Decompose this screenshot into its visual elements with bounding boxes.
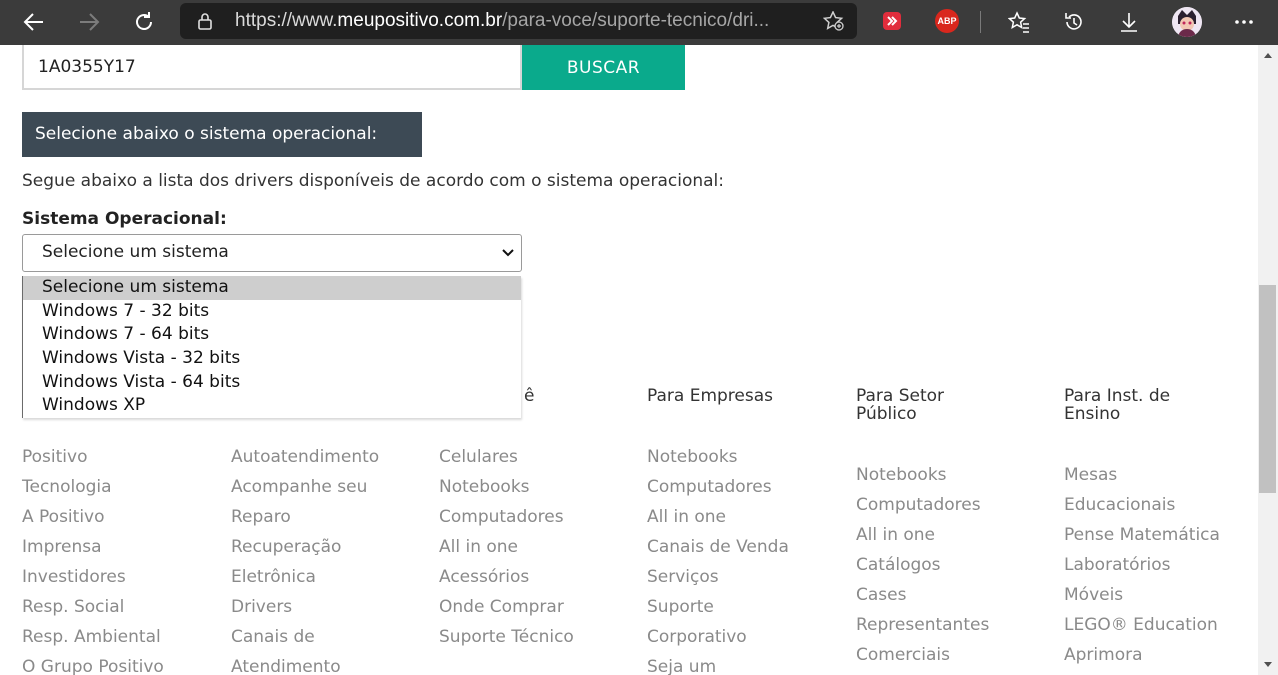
url-text: https://www.meupositivo.com.br/para-voce…: [235, 10, 770, 31]
footer-link[interactable]: Resp. Ambiental: [22, 622, 164, 652]
more-options-icon[interactable]: [1228, 6, 1260, 38]
footer-link[interactable]: Educacionais: [1064, 490, 1220, 520]
footer-col-inst-ensino: Para Inst. de Ensino Mesas Educacionais Pe…: [1064, 386, 1254, 665]
os-banner: Selecione abaixo o sistema operacional:: [22, 112, 422, 157]
footer-link[interactable]: Catálogos: [856, 550, 989, 580]
os-select[interactable]: Selecione um sistema: [22, 234, 522, 272]
favorites-icon[interactable]: [1003, 6, 1035, 38]
footer-link[interactable]: Suporte Técnico: [439, 622, 574, 652]
footer-link[interactable]: Representantes: [856, 610, 989, 640]
footer-link[interactable]: Laboratórios: [1064, 550, 1220, 580]
drivers-description: Segue abaixo a lista dos drivers disponí…: [22, 171, 725, 191]
os-option[interactable]: Windows Vista - 64 bits: [23, 371, 521, 395]
history-icon[interactable]: [1058, 6, 1090, 38]
footer-link[interactable]: LEGO® Education: [1064, 610, 1220, 640]
footer-link[interactable]: Eletrônica: [231, 562, 379, 592]
footer-link[interactable]: Computadores: [647, 472, 789, 502]
footer-link[interactable]: Acompanhe seu: [231, 472, 379, 502]
scrollbar-thumb[interactable]: [1259, 285, 1276, 493]
toolbar-separator: [980, 11, 981, 33]
buscar-button[interactable]: BUSCAR: [522, 45, 685, 90]
footer-link[interactable]: Canais de: [231, 622, 379, 652]
footer-link[interactable]: All in one: [647, 502, 789, 532]
footer-link[interactable]: Mesas: [1064, 460, 1220, 490]
forward-icon[interactable]: [73, 6, 105, 38]
profile-avatar[interactable]: [1172, 7, 1202, 37]
footer-link[interactable]: Reparo: [231, 502, 379, 532]
footer-link[interactable]: All in one: [439, 532, 574, 562]
page-scrollbar[interactable]: [1258, 45, 1278, 675]
extension-red-icon[interactable]: [881, 10, 903, 32]
footer-col4-heading: Para Empresas: [647, 386, 774, 406]
footer-link[interactable]: Acessórios: [439, 562, 574, 592]
footer-link[interactable]: Aprimora: [1064, 640, 1220, 670]
footer-col5-heading: Para Setor Público: [856, 386, 945, 424]
footer-link[interactable]: Positivo: [22, 442, 164, 472]
footer-link[interactable]: Comerciais: [856, 640, 989, 670]
scroll-up-icon[interactable]: [1264, 53, 1272, 58]
footer-link[interactable]: Suporte: [647, 592, 789, 622]
os-option[interactable]: Windows 7 - 64 bits: [23, 323, 521, 347]
lock-icon: [197, 12, 213, 34]
os-option[interactable]: Windows 7 - 32 bits: [23, 300, 521, 324]
footer-link[interactable]: Móveis: [1064, 580, 1220, 610]
footer-link[interactable]: Onde Comprar: [439, 592, 574, 622]
scroll-down-icon[interactable]: [1264, 662, 1272, 667]
back-icon[interactable]: [18, 6, 50, 38]
footer-link[interactable]: Computadores: [856, 490, 989, 520]
footer-link[interactable]: Pense Matemática: [1064, 520, 1220, 550]
footer-link[interactable]: A Positivo: [22, 502, 164, 532]
chevron-down-icon: [501, 245, 515, 265]
page-content: BUSCAR Selecione abaixo o sistema operac…: [0, 45, 1258, 675]
os-option[interactable]: Windows Vista - 32 bits: [23, 347, 521, 371]
refresh-icon[interactable]: [128, 6, 160, 38]
footer-link[interactable]: Canais de Venda: [647, 532, 789, 562]
os-option[interactable]: Selecione um sistema: [23, 276, 521, 300]
footer-link[interactable]: Tecnologia: [22, 472, 164, 502]
serial-search-input[interactable]: [22, 45, 522, 90]
footer-link[interactable]: Computadores: [439, 502, 574, 532]
footer-link[interactable]: Autoatendimento: [231, 442, 379, 472]
footer-link[interactable]: Recuperação: [231, 532, 379, 562]
footer-col6-heading: Para Inst. de Ensino: [1064, 386, 1171, 424]
footer-link[interactable]: Drivers: [231, 592, 379, 622]
browser-toolbar: https://www.meupositivo.com.br/para-voce…: [0, 0, 1278, 45]
footer-link[interactable]: Serviços: [647, 562, 789, 592]
add-favorite-icon[interactable]: [822, 10, 845, 35]
footer-link[interactable]: Celulares: [439, 442, 574, 472]
os-select-label: Sistema Operacional:: [22, 209, 227, 229]
footer-link[interactable]: Notebooks: [647, 442, 789, 472]
footer-col-setor-publico: Para Setor Público Notebooks Computadores…: [856, 386, 1056, 665]
downloads-icon[interactable]: [1113, 6, 1145, 38]
footer-col3-heading: ê: [524, 386, 535, 406]
os-select-dropdown: Selecione um sistema Windows 7 - 32 bits W…: [22, 276, 521, 419]
address-bar[interactable]: https://www.meupositivo.com.br/para-voce…: [180, 3, 857, 39]
footer-link[interactable]: Investidores: [22, 562, 164, 592]
os-select-value: Selecione um sistema: [42, 242, 229, 262]
footer-link[interactable]: Atendimento: [231, 652, 379, 675]
footer-link[interactable]: Resp. Social: [22, 592, 164, 622]
footer-link[interactable]: Cases: [856, 580, 989, 610]
footer-link[interactable]: Notebooks: [856, 460, 989, 490]
footer-col-para-empresas: Para Empresas Notebooks Computadores All i…: [647, 386, 789, 675]
footer-link[interactable]: Corporativo: [647, 622, 789, 652]
footer-link[interactable]: Imprensa: [22, 532, 164, 562]
adblock-plus-icon[interactable]: ABP: [935, 9, 959, 33]
footer-link[interactable]: O Grupo Positivo: [22, 652, 164, 675]
footer-link[interactable]: Seja um: [647, 652, 789, 675]
footer-link[interactable]: All in one: [856, 520, 989, 550]
os-option[interactable]: Windows XP: [23, 394, 521, 418]
footer-link[interactable]: Notebooks: [439, 472, 574, 502]
